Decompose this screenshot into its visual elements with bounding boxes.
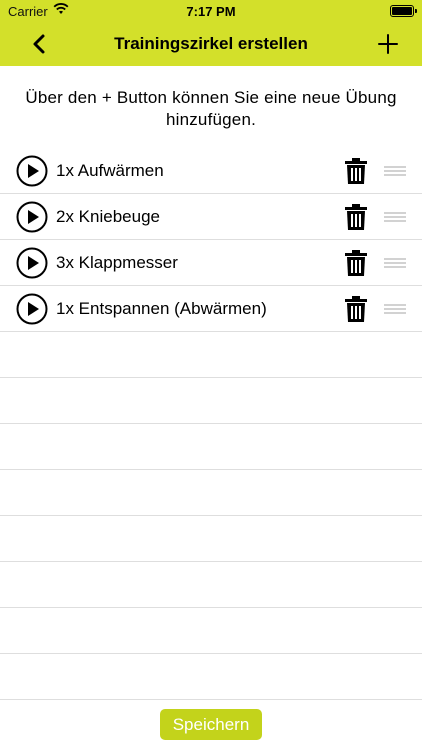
drag-handle-icon[interactable] — [384, 258, 406, 268]
exercise-row[interactable]: 2x Kniebeuge — [0, 194, 422, 240]
drag-handle-icon[interactable] — [384, 304, 406, 314]
trash-icon[interactable] — [345, 204, 367, 230]
exercise-label: 3x Klappmesser — [56, 253, 178, 272]
empty-row — [0, 332, 422, 378]
clock: 7:17 PM — [186, 4, 236, 19]
empty-row — [0, 654, 422, 700]
empty-row — [0, 470, 422, 516]
save-button[interactable]: Speichern — [160, 709, 262, 740]
add-button[interactable] — [374, 30, 402, 58]
exercise-label: 1x Entspannen (Abwärmen) — [56, 299, 267, 318]
exercise-row[interactable]: 3x Klappmesser — [0, 240, 422, 286]
exercise-row[interactable]: 1x Entspannen (Abwärmen) — [0, 286, 422, 332]
drag-handle-icon[interactable] — [384, 212, 406, 222]
drag-handle-icon[interactable] — [384, 166, 406, 176]
exercise-list: 1x Aufwärmen 2x Kniebeuge 3x Klappmesser… — [0, 148, 422, 700]
trash-icon[interactable] — [345, 296, 367, 322]
empty-row — [0, 424, 422, 470]
header: Carrier 7:17 PM Trainingszirkel erstelle… — [0, 0, 422, 66]
exercise-row[interactable]: 1x Aufwärmen — [0, 148, 422, 194]
play-icon[interactable] — [16, 201, 48, 233]
trash-icon[interactable] — [345, 158, 367, 184]
page-title: Trainingszirkel erstellen — [114, 34, 308, 53]
status-bar: Carrier 7:17 PM — [0, 0, 422, 22]
exercise-label: 2x Kniebeuge — [56, 207, 160, 226]
hint-text: Über den + Button können Sie eine neue Ü… — [25, 88, 397, 129]
plus-icon — [378, 34, 398, 54]
empty-row — [0, 608, 422, 654]
empty-row — [0, 516, 422, 562]
play-icon[interactable] — [16, 293, 48, 325]
empty-row — [0, 378, 422, 424]
empty-row — [0, 562, 422, 608]
battery-icon — [390, 5, 417, 17]
exercise-label: 1x Aufwärmen — [56, 161, 164, 180]
trash-icon[interactable] — [345, 250, 367, 276]
nav-bar: Trainingszirkel erstellen — [0, 22, 422, 66]
play-icon[interactable] — [16, 155, 48, 187]
play-icon[interactable] — [16, 247, 48, 279]
